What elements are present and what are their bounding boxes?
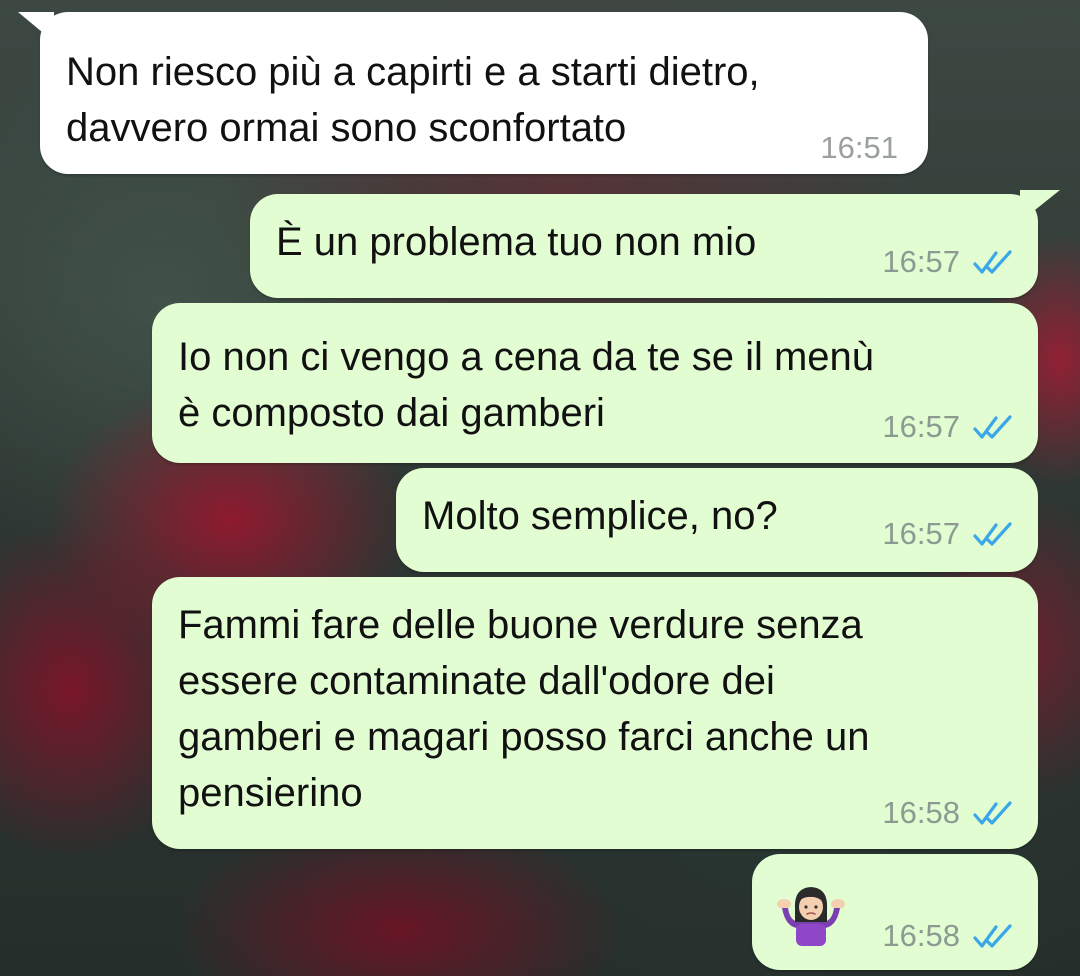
message-timestamp: 16:51 xyxy=(820,130,898,165)
read-ticks-icon xyxy=(973,924,1012,948)
message-bubble-outgoing[interactable]: È un problema tuo non mio 16:57 xyxy=(250,194,1038,298)
read-ticks-icon xyxy=(973,415,1012,439)
message-meta: 16:57 xyxy=(882,244,1016,280)
message-meta: 16:58 xyxy=(882,795,1016,831)
message-meta: 16:57 xyxy=(882,516,1016,552)
read-ticks-icon xyxy=(973,250,1012,274)
message-timestamp: 16:57 xyxy=(882,516,960,551)
person-shrugging-emoji xyxy=(777,887,845,946)
read-ticks-icon xyxy=(973,801,1012,825)
message-bubble-outgoing[interactable]: 16:58 xyxy=(752,854,1038,970)
message-bubble-outgoing[interactable]: Io non ci vengo a cena da te se il menù … xyxy=(152,303,1038,463)
message-timestamp: 16:57 xyxy=(882,409,960,444)
message-text: Non riesco più a capirti e a starti diet… xyxy=(66,50,760,150)
message-text: Molto semplice, no? xyxy=(422,494,778,538)
message-bubble-incoming[interactable]: Non riesco più a capirti e a starti diet… xyxy=(40,12,928,174)
message-bubble-outgoing[interactable]: Fammi fare delle buone verdure senza ess… xyxy=(152,577,1038,849)
message-meta: 16:57 xyxy=(882,409,1016,445)
message-text: Io non ci vengo a cena da te se il menù … xyxy=(178,335,875,435)
message-meta: 16:58 xyxy=(882,918,1016,954)
message-text: Fammi fare delle buone verdure senza ess… xyxy=(178,603,870,815)
message-bubble-outgoing[interactable]: Molto semplice, no? 16:57 xyxy=(396,468,1038,572)
message-meta: 16:51 xyxy=(820,130,898,166)
message-timestamp: 16:58 xyxy=(882,795,960,830)
message-timestamp: 16:58 xyxy=(882,918,960,953)
read-ticks-icon xyxy=(973,522,1012,546)
message-list[interactable]: Non riesco più a capirti e a starti diet… xyxy=(0,0,1080,976)
message-timestamp: 16:57 xyxy=(882,244,960,279)
message-text: È un problema tuo non mio xyxy=(276,220,757,264)
